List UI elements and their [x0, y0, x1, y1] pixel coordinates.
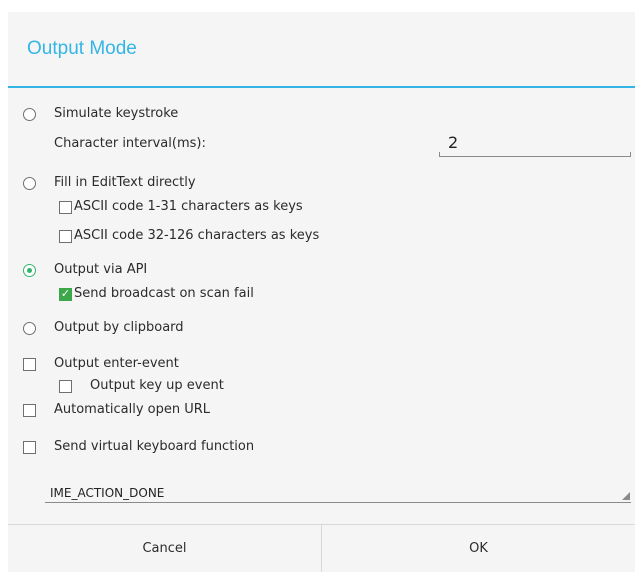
checkbox-send-virtual-keyboard[interactable] [23, 441, 36, 454]
output-mode-dialog: Output Mode Simulate keystroke Character… [8, 12, 635, 572]
radio-output-via-api[interactable] [23, 264, 36, 277]
label-send-virtual-keyboard: Send virtual keyboard function [54, 439, 255, 454]
label-fill-edittext: Fill in EditText directly [54, 175, 196, 190]
label-ascii-1-31: ASCII code 1-31 characters as keys [74, 199, 303, 214]
radio-fill-edittext[interactable] [23, 177, 36, 190]
label-send-broadcast: Send broadcast on scan fail [74, 286, 254, 301]
dialog-title: Output Mode [27, 38, 137, 59]
label-output-clipboard: Output by clipboard [54, 320, 184, 335]
checkbox-send-broadcast[interactable]: ✓ [59, 288, 72, 301]
checkbox-ascii-32-126[interactable] [59, 230, 72, 243]
dropdown-corner-icon[interactable] [622, 492, 630, 500]
dialog-button-bar: Cancel OK [8, 524, 635, 572]
checkbox-output-enter-event[interactable] [23, 358, 36, 371]
ok-button[interactable]: OK [321, 525, 635, 572]
label-output-via-api: Output via API [54, 262, 148, 277]
label-character-interval: Character interval(ms): [54, 136, 206, 151]
label-auto-open-url: Automatically open URL [54, 402, 211, 417]
label-simulate-keystroke: Simulate keystroke [54, 106, 179, 121]
checkmark-icon: ✓ [60, 287, 71, 300]
label-ascii-32-126: ASCII code 32-126 characters as keys [74, 228, 320, 243]
cancel-button[interactable]: Cancel [8, 525, 321, 572]
radio-simulate-keystroke[interactable] [23, 108, 36, 121]
ime-action-spinner[interactable]: IME_ACTION_DONE [50, 486, 164, 500]
checkbox-ascii-1-31[interactable] [59, 201, 72, 214]
character-interval-underline [439, 152, 631, 157]
radio-output-clipboard[interactable] [23, 322, 36, 335]
label-output-enter-event: Output enter-event [54, 356, 179, 371]
title-divider [8, 86, 635, 88]
label-output-key-up: Output key up event [90, 378, 224, 393]
checkbox-auto-open-url[interactable] [23, 404, 36, 417]
dialog-title-bar: Output Mode [8, 12, 635, 86]
character-interval-input[interactable]: 2 [448, 133, 458, 152]
checkbox-output-key-up[interactable] [59, 380, 72, 393]
spinner-underline [45, 502, 631, 503]
